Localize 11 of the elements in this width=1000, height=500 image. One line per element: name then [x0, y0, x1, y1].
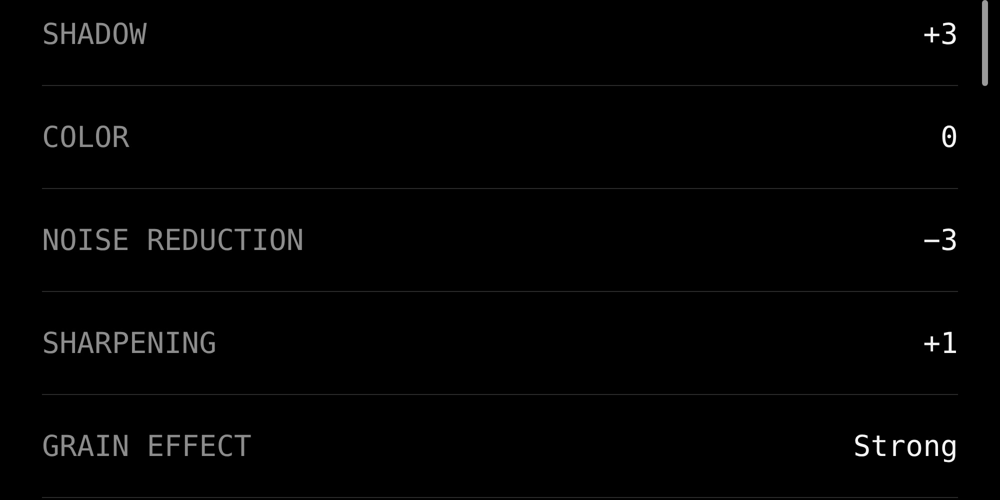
setting-value: +3 — [923, 17, 958, 51]
setting-value: +1 — [923, 326, 958, 360]
scrollbar-thumb[interactable] — [982, 0, 988, 86]
setting-value: −3 — [923, 223, 958, 257]
setting-label: COLOR — [42, 120, 130, 154]
setting-value: 0 — [940, 120, 958, 154]
setting-label: GRAIN EFFECT — [42, 429, 252, 463]
setting-value: Strong — [853, 429, 958, 463]
setting-label: SHARPENING — [42, 326, 217, 360]
setting-label: SHADOW — [42, 17, 147, 51]
setting-label: NOISE REDUCTION — [42, 223, 304, 257]
